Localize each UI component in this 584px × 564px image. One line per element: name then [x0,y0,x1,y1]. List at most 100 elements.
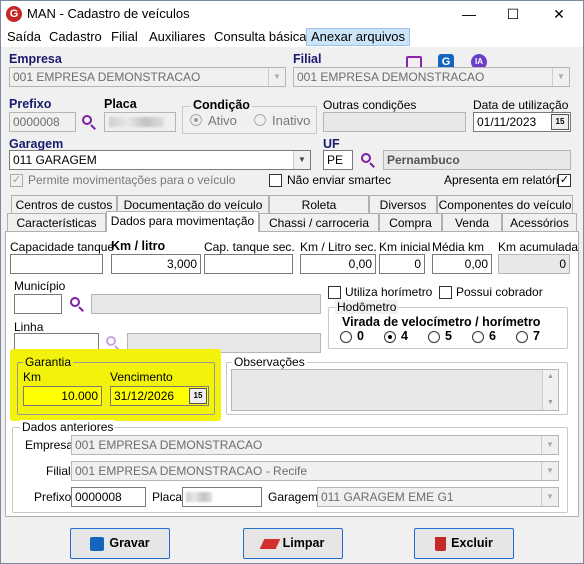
permite-movimentacoes-label: Permite movimentações para o veículo [28,173,236,187]
km-inicial-field[interactable]: 0 [379,254,425,274]
chevron-down-icon[interactable]: ▼ [268,68,285,86]
nao-enviar-smartec-label: Não enviar smartec [287,173,392,187]
ant-filial-combo[interactable]: 001 EMPRESA DEMONSTRACAO - Recife ▼ [71,461,559,481]
calendar-icon[interactable]: 15 [551,114,569,130]
search-uf-icon[interactable] [360,152,376,168]
tab-diversos[interactable]: Diversos [369,195,437,214]
ant-placa-field[interactable] [182,487,262,507]
linha-label: Linha [14,320,44,334]
tab-centros-de-custos[interactable]: Centros de custos [11,195,117,214]
virada-radio-4[interactable] [384,331,396,343]
garagem-label: Garagem [9,137,64,151]
eraser-icon [259,538,280,549]
virada-option-6: 6 [489,329,496,343]
utiliza-horimetro-checkbox[interactable] [328,286,341,299]
uf-field[interactable]: PE [323,150,353,170]
media-km-field[interactable]: 0,00 [432,254,492,274]
placa-field[interactable] [104,112,176,132]
nao-enviar-smartec-checkbox[interactable] [269,174,282,187]
menu-consulta-basica[interactable]: Consulta básica [214,29,307,45]
trash-icon [435,536,447,551]
observacoes-scrollbar[interactable]: ▲ ▼ [542,370,558,410]
placa-label: Placa [104,97,137,111]
tab-dados-movimentacao[interactable]: Dados para movimentação [106,211,259,232]
limpar-label: Limpar [282,536,325,551]
gravar-button[interactable]: Gravar [70,528,170,559]
tab-acessorios[interactable]: Acessórios [502,213,577,232]
km-litro-field[interactable]: 3,000 [111,254,201,274]
chevron-down-icon[interactable]: ▼ [552,68,569,86]
ant-garagem-value: 011 GARAGEM EME G1 [321,490,454,504]
search-prefixo-icon[interactable] [81,114,97,130]
ativo-radio[interactable] [190,114,202,126]
uf-label: UF [323,137,340,151]
prefixo-label: Prefixo [9,97,52,111]
calendar-icon[interactable]: 15 [189,388,207,404]
menu-saida[interactable]: Saída [7,29,41,45]
chevron-down-icon[interactable]: ▼ [541,462,558,480]
inativo-label: Inativo [272,113,311,128]
maximize-button[interactable]: ☐ [491,1,535,27]
km-litro-label: Km / litro [111,239,166,253]
excluir-button[interactable]: Excluir [414,528,514,559]
ant-empresa-label: Empresa [25,438,74,452]
municipio-name-field [91,294,321,314]
menu-filial[interactable]: Filial [111,29,138,45]
permite-movimentacoes-checkbox[interactable]: ✓ [10,174,23,187]
municipio-field[interactable] [14,294,62,314]
ant-placa-label: Placa [152,490,183,504]
empresa-value: 001 EMPRESA DEMONSTRACAO [13,70,201,84]
ant-prefixo-field[interactable]: 0000008 [71,487,146,507]
garagem-combo[interactable]: 011 GARAGEM ▼ [9,150,311,170]
hodometro-label: Hodômetro [335,300,399,314]
ant-empresa-combo[interactable]: 001 EMPRESA DEMONSTRACAO ▼ [71,435,559,455]
capacidade-tanque-field[interactable] [10,254,103,274]
apresenta-relatorios-checkbox[interactable]: ✓ [558,174,571,187]
chevron-down-icon[interactable]: ▼ [541,488,558,506]
tab-venda[interactable]: Venda [442,213,502,232]
vencimento-value: 31/12/2026 [114,389,175,403]
filial-combo[interactable]: 001 EMPRESA DEMONSTRACAO ▼ [293,67,570,87]
observacoes-textarea[interactable]: ▲ ▼ [231,369,559,411]
virada-radio-7[interactable] [516,331,528,343]
garantia-label: Garantia [23,355,74,369]
km-litro-sec-field[interactable]: 0,00 [300,254,376,274]
km-garantia-field[interactable]: 10.000 [23,386,102,406]
empresa-combo[interactable]: 001 EMPRESA DEMONSTRACAO ▼ [9,67,286,87]
chevron-down-icon[interactable]: ▼ [293,151,310,169]
virada-option-0: 0 [357,329,364,343]
tab-componentes-veiculo[interactable]: Componentes do veículo [437,195,573,214]
close-button[interactable]: ✕ [537,1,581,27]
app-logo-icon: G [6,6,22,22]
data-utilizacao-field[interactable]: 01/11/2023 15 [473,112,571,132]
excluir-label: Excluir [451,536,493,551]
possui-cobrador-checkbox[interactable] [439,286,452,299]
menu-cadastro[interactable]: Cadastro [49,29,102,45]
menu-anexar-arquivos[interactable]: Anexar arquivos [306,28,410,46]
inativo-radio[interactable] [254,114,266,126]
possui-cobrador-label: Possui cobrador [456,285,543,299]
virada-option-7: 7 [533,329,540,343]
vencimento-field[interactable]: 31/12/2026 15 [110,386,209,406]
virada-radio-0[interactable] [340,331,352,343]
tab-caracteristicas[interactable]: Características [7,213,106,232]
tab-roleta[interactable]: Roleta [269,195,369,214]
ant-garagem-combo[interactable]: 011 GARAGEM EME G1 ▼ [317,487,559,507]
cap-tanque-sec-field[interactable] [204,254,293,274]
menu-bar: Saída Cadastro Filial Auxiliares Consult… [1,27,583,70]
prefixo-field[interactable]: 0000008 [9,112,76,132]
save-icon [90,536,105,551]
gravar-label: Gravar [109,536,150,551]
search-municipio-icon[interactable] [69,296,85,312]
limpar-button[interactable]: Limpar [243,528,343,559]
filial-label: Filial [293,52,322,66]
ativo-label: Ativo [208,113,237,128]
tab-compra[interactable]: Compra [379,213,442,232]
cap-tanque-sec-label: Cap. tanque sec. [204,240,295,254]
minimize-button[interactable]: — [447,1,491,27]
tab-chassi-carroceria[interactable]: Chassi / carroceria [259,213,379,232]
menu-auxiliares[interactable]: Auxiliares [149,29,205,45]
virada-radio-6[interactable] [472,331,484,343]
virada-radio-5[interactable] [428,331,440,343]
chevron-down-icon[interactable]: ▼ [541,436,558,454]
